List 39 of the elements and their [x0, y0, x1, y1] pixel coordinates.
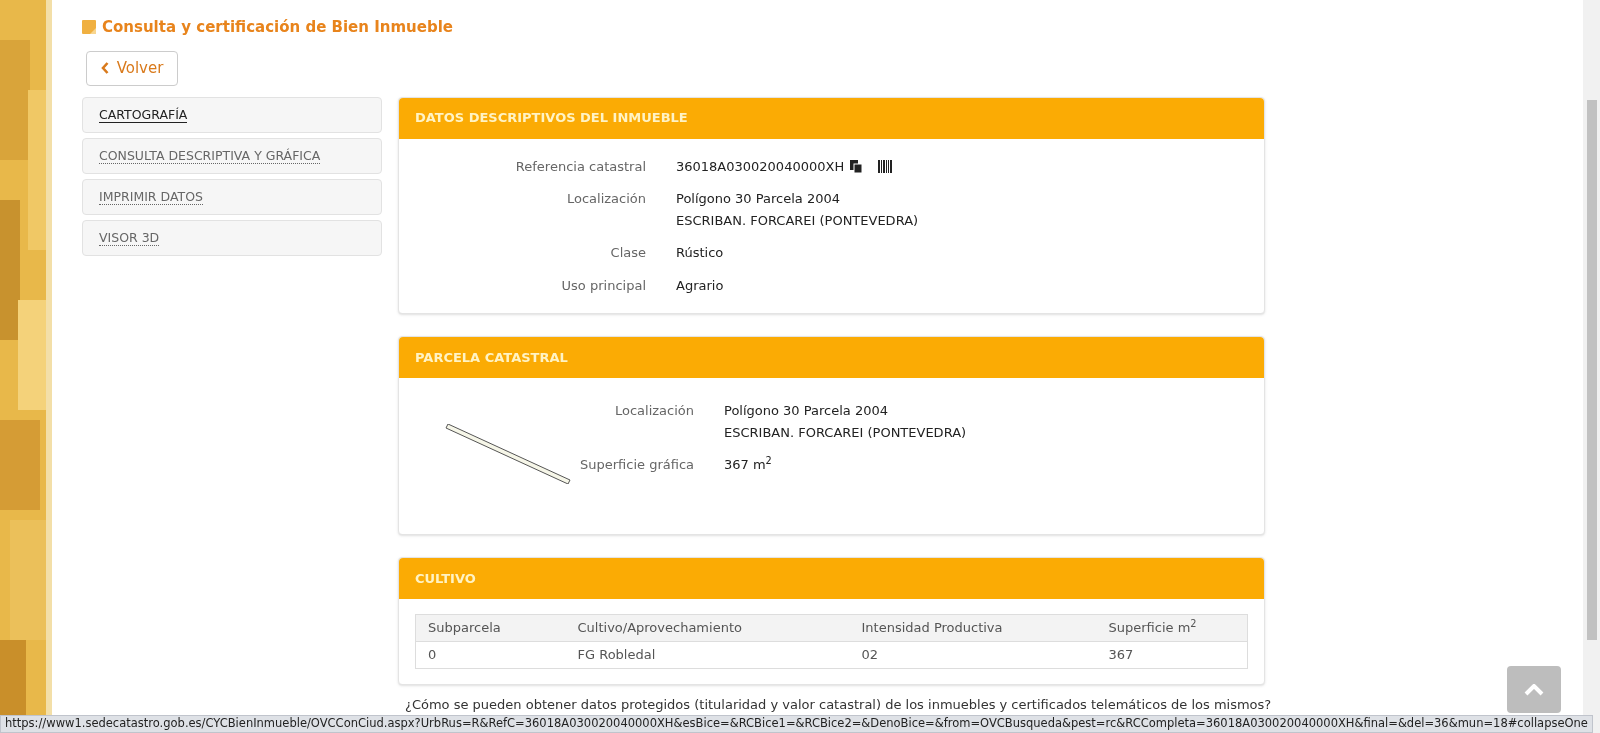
table-cell: 02 [849, 641, 1097, 669]
column-header: Superficie m$^{2}$ [1096, 614, 1248, 642]
document-icon [82, 20, 96, 35]
scroll-top-button[interactable] [1507, 666, 1561, 713]
field-value: ESCRIBAN. FORCAREI (PONTEVEDRA) [676, 211, 919, 230]
column-header: Intensidad Productiva [849, 614, 1097, 642]
status-bar: https://www1.sedecatastro.gob.es/CYCBienInmueble/OVCConCiud.aspx?UrbRus=R&RefC=36018A030020040000XH&esBice=&RCBice1=&RCBice2=&DenoBice=&from=OVCBusqueda&pest=rc&RCCompleta=36018A030020040000XH&final=&del=36&mun=18#collapseOne [0, 715, 1593, 733]
panel-header: PARCELA CATASTRAL [399, 337, 1264, 378]
field-label: Localización [613, 402, 694, 420]
sidebar-link[interactable]: IMPRIMIR DATOS [99, 188, 203, 205]
field-label: Superficie gráfica [578, 456, 694, 474]
panel-header: CULTIVO [399, 558, 1264, 599]
field-label: Uso principal [560, 276, 646, 295]
table-cell: 0 [415, 641, 566, 669]
chevron-left-icon [100, 62, 109, 74]
field-value: Agrario [676, 276, 724, 295]
field-label: Referencia catastral [514, 157, 646, 176]
field-value: ESCRIBAN. FORCAREI (PONTEVEDRA) [724, 423, 967, 442]
sidebar-link[interactable]: CARTOGRAFÍA [99, 106, 188, 123]
sidebar-link[interactable]: VISOR 3D [99, 229, 160, 246]
scrollbar-thumb[interactable] [1586, 100, 1597, 640]
help-link[interactable]: ¿Cómo se pueden obtener datos protegidos (titularidad y valor catastral) de los inmuebles y certificados telemáticos de los mismos? [405, 695, 1272, 715]
panel-header: DATOS DESCRIPTIVOS DEL INMUEBLE [399, 97, 1264, 139]
chevron-up-icon [1524, 683, 1544, 696]
field-label: Localización [565, 190, 646, 208]
barcode-icon[interactable] [878, 159, 893, 173]
field-value: Polígono 30 Parcela 2004 [676, 190, 840, 208]
copy-icon[interactable] [850, 159, 863, 173]
field-value: Rústico [676, 244, 724, 262]
field-value: 36018A030020040000XH [676, 157, 845, 176]
table-cell: FG Robledal [565, 641, 850, 669]
field-value: Polígono 30 Parcela 2004 [724, 402, 888, 420]
column-header: Cultivo/Aprovechamiento [565, 614, 850, 642]
field-label: Clase [609, 244, 646, 262]
field-value: 367 m$^{2}$ [724, 455, 772, 474]
back-button[interactable]: Volver [86, 50, 178, 86]
page-title: Consulta y certificación de Bien Inmueble [102, 17, 453, 38]
table-cell: 367 [1096, 641, 1248, 669]
column-header: Subparcela [415, 614, 566, 642]
